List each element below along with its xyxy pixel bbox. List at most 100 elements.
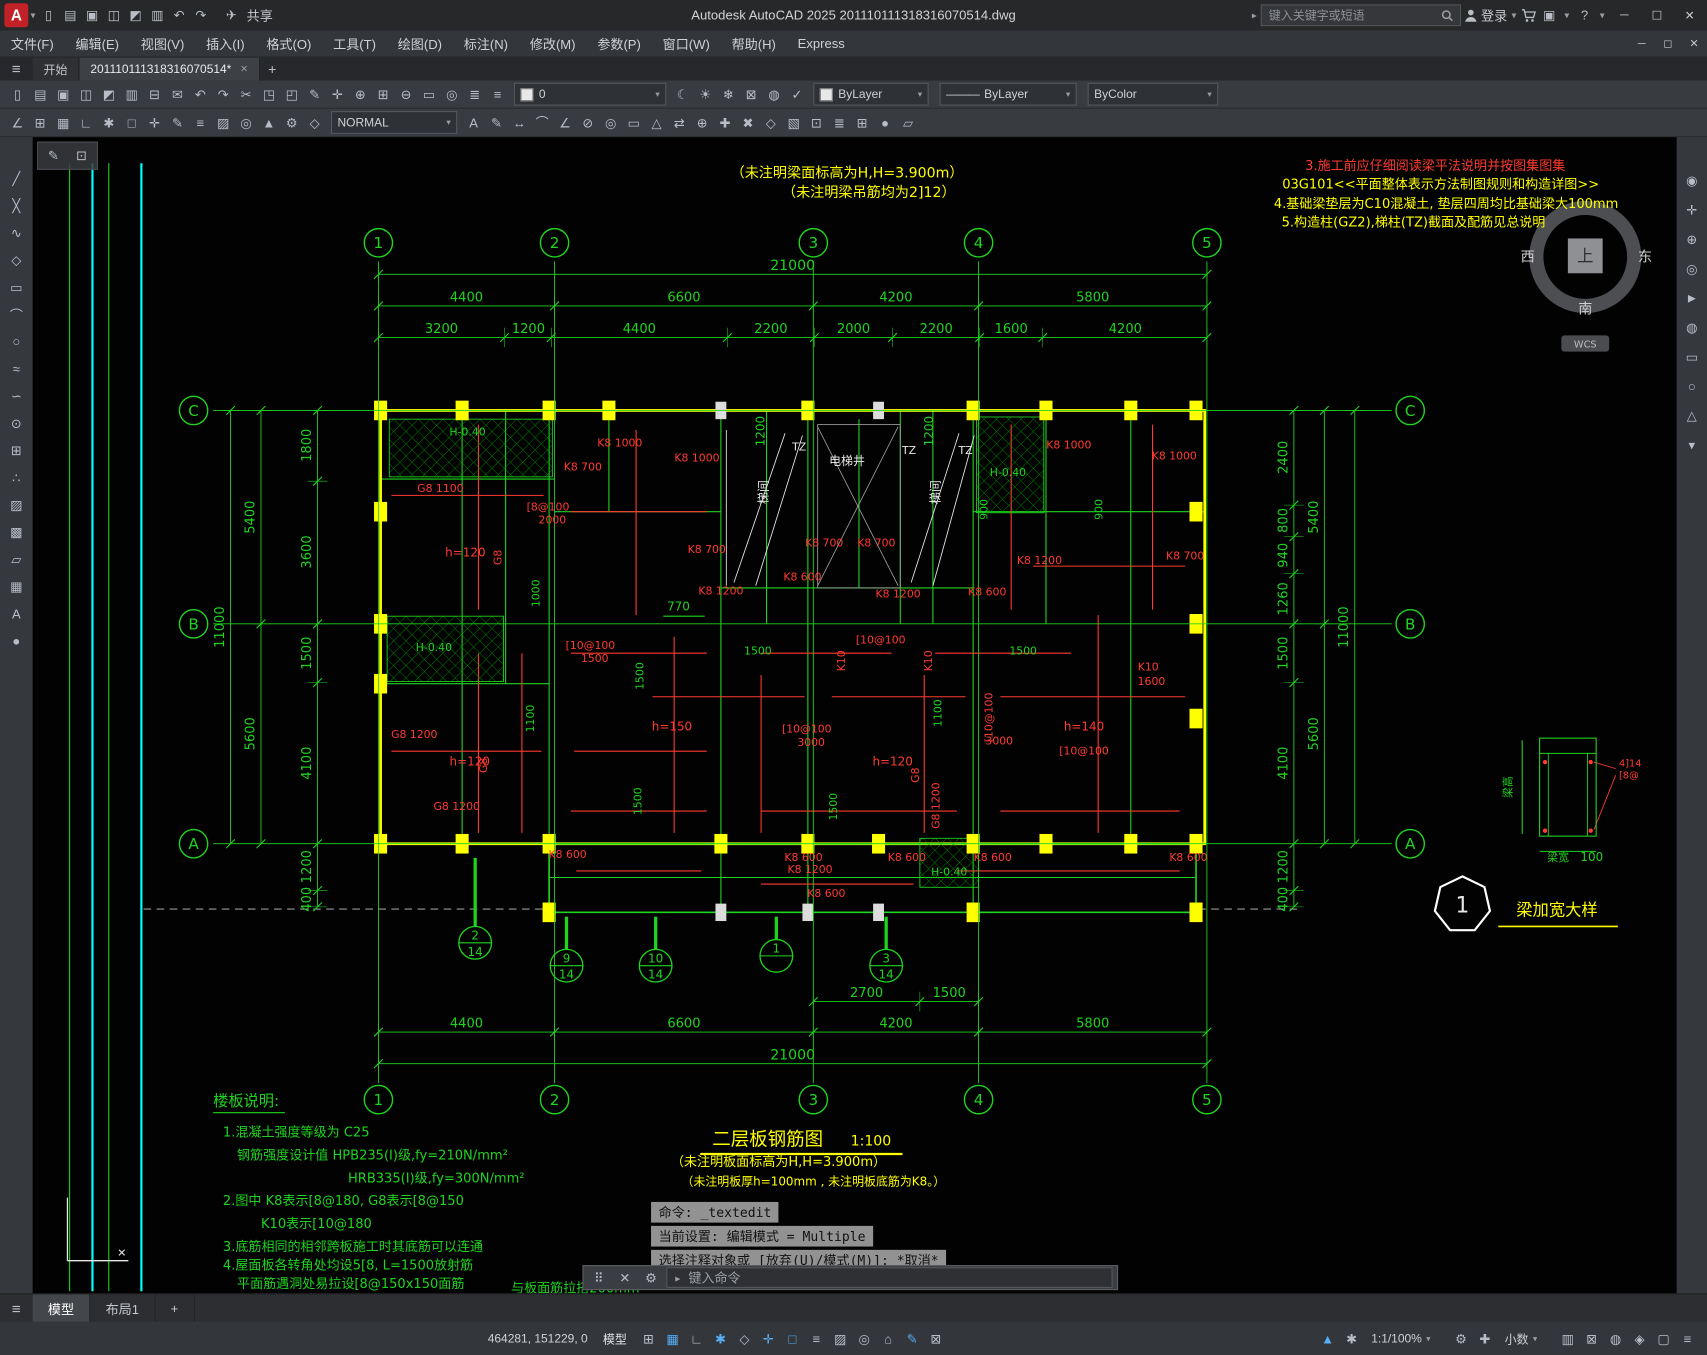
circle-icon[interactable]: ○: [5, 331, 27, 353]
properties-mini-icon[interactable]: ⊡: [71, 145, 93, 167]
layer-combo[interactable]: 0 ▾: [513, 82, 667, 106]
annotation-scale-combo[interactable]: 1:1/100% ▾: [1365, 1328, 1437, 1350]
apps-caret-icon[interactable]: ▾: [1562, 9, 1571, 21]
minimize-button[interactable]: ─: [1609, 2, 1639, 28]
doc-close-button[interactable]: ✕: [1681, 32, 1707, 56]
redo-icon[interactable]: ↷: [212, 83, 234, 105]
zoom-in-icon[interactable]: ⊕: [691, 112, 713, 134]
rectangle-icon[interactable]: ▭: [5, 277, 27, 299]
close-button[interactable]: ✕: [1674, 2, 1704, 28]
dynamic-ucs-icon[interactable]: ⌂: [877, 1328, 899, 1350]
single-text-icon[interactable]: ✎: [486, 112, 508, 134]
polar-toggle-icon[interactable]: ✱: [710, 1328, 732, 1350]
command-input[interactable]: ▸ 键入命令: [666, 1267, 1113, 1288]
search-expand-icon[interactable]: ▸: [1250, 9, 1259, 21]
mtext-icon[interactable]: A: [5, 603, 27, 625]
command-customize-icon[interactable]: ⚙: [640, 1267, 662, 1289]
layer-properties-icon[interactable]: ≣: [464, 83, 486, 105]
point-style-icon[interactable]: ●: [5, 630, 27, 652]
help-caret-icon[interactable]: ▾: [1598, 9, 1607, 21]
table-icon[interactable]: ▭: [623, 112, 645, 134]
menu-item[interactable]: 视图(V): [130, 30, 195, 56]
dynamic-input-icon[interactable]: ✎: [167, 112, 189, 134]
zoom-nav-icon[interactable]: ⊕: [1681, 229, 1703, 251]
block-icon[interactable]: ⊞: [851, 112, 873, 134]
wipeout-icon[interactable]: △: [646, 112, 668, 134]
dim-angle-icon[interactable]: ∠: [554, 112, 576, 134]
point-icon[interactable]: ∴: [5, 467, 27, 489]
wheel-menu-icon[interactable]: ◍: [1681, 317, 1703, 339]
tab-overview-icon[interactable]: ≡: [0, 57, 33, 81]
new-file-icon[interactable]: ▯: [7, 83, 29, 105]
lock-ui-icon[interactable]: ⊠: [925, 1328, 947, 1350]
quick-properties-icon[interactable]: ▥: [1557, 1328, 1579, 1350]
menu-item[interactable]: 插入(I): [195, 30, 255, 56]
layer-lock-icon[interactable]: ⊠: [740, 83, 762, 105]
xline-icon[interactable]: ╳: [5, 195, 27, 217]
selection-cycling-icon[interactable]: ◎: [853, 1328, 875, 1350]
swap-icon[interactable]: ⇄: [668, 112, 690, 134]
pan-icon[interactable]: ✛: [327, 83, 349, 105]
grid-toggle-icon[interactable]: ▦: [662, 1328, 684, 1350]
workspace-gear-icon[interactable]: ⚙: [1450, 1328, 1472, 1350]
table-icon[interactable]: ▦: [5, 576, 27, 598]
view-back-icon[interactable]: ▭: [1681, 346, 1703, 368]
units-icon[interactable]: ◇: [304, 112, 326, 134]
menu-item[interactable]: 编辑(E): [65, 30, 130, 56]
menu-item[interactable]: 工具(T): [322, 30, 387, 56]
command-grip-icon[interactable]: ⠿: [588, 1267, 610, 1289]
cart-icon[interactable]: [1521, 8, 1536, 22]
dim-diameter-icon[interactable]: ⊘: [577, 112, 599, 134]
plot-icon[interactable]: ◩: [98, 83, 120, 105]
steering-icon[interactable]: ○: [1681, 376, 1703, 398]
line-icon[interactable]: ╱: [5, 168, 27, 190]
tab-model[interactable]: 模型: [32, 1294, 91, 1323]
dynamic-input-icon[interactable]: ✎: [901, 1328, 923, 1350]
layer-current-icon[interactable]: ✓: [786, 83, 808, 105]
doc-minimize-button[interactable]: ─: [1629, 32, 1655, 56]
mtext-icon[interactable]: A: [463, 112, 485, 134]
text-style-combo[interactable]: NORMAL ▾: [330, 111, 458, 134]
pan-hand-icon[interactable]: ✛: [1681, 199, 1703, 221]
zoom-window-icon[interactable]: ⊞: [372, 83, 394, 105]
app-menu-caret-icon[interactable]: ▾: [28, 9, 37, 21]
gradient-icon[interactable]: ▩: [5, 521, 27, 543]
workspace-icon[interactable]: ⚙: [281, 112, 303, 134]
infer-constraints-icon[interactable]: ∠: [7, 112, 29, 134]
layer-isolate-icon[interactable]: ◍: [763, 83, 785, 105]
doc-restore-button[interactable]: ◻: [1655, 32, 1681, 56]
dim-arc-icon[interactable]: ⌒: [531, 112, 553, 134]
match-properties-icon[interactable]: ✎: [304, 83, 326, 105]
showmotion-icon[interactable]: ►: [1681, 287, 1703, 309]
osnap-toggle-icon[interactable]: □: [781, 1328, 803, 1350]
point-style-icon[interactable]: ◇: [760, 112, 782, 134]
named-views-icon[interactable]: ▭: [418, 83, 440, 105]
publish-icon[interactable]: ⊟: [144, 83, 166, 105]
selection-cycling-icon[interactable]: ◎: [235, 112, 257, 134]
linetype-combo[interactable]: ——— ByLayer ▾: [939, 82, 1077, 106]
transparency-toggle-icon[interactable]: ▨: [829, 1328, 851, 1350]
hatch-icon[interactable]: ▧: [783, 112, 805, 134]
signin-label[interactable]: 登录: [1481, 6, 1507, 25]
share-button[interactable]: ✈ 共享: [220, 4, 273, 26]
menu-item[interactable]: 修改(M): [519, 30, 586, 56]
menu-item[interactable]: 格式(O): [255, 30, 322, 56]
open-file-icon[interactable]: ▤: [59, 4, 81, 26]
orbit-icon[interactable]: ◎: [441, 83, 463, 105]
measure-icon[interactable]: ≣: [829, 112, 851, 134]
units-combo[interactable]: 小数 ▾: [1498, 1328, 1544, 1350]
orbit-nav-icon[interactable]: ◎: [1681, 258, 1703, 280]
new-file-icon[interactable]: ▯: [38, 4, 60, 26]
fullnav-wheel-icon[interactable]: ◉: [1681, 170, 1703, 192]
snap-toggle-icon[interactable]: ⊞: [638, 1328, 660, 1350]
plot-icon[interactable]: ◩: [125, 4, 147, 26]
graphics-performance-icon[interactable]: ◈: [1629, 1328, 1651, 1350]
etransmit-icon[interactable]: ✉: [167, 83, 189, 105]
command-close-icon[interactable]: ✕: [614, 1267, 636, 1289]
close-tab-icon[interactable]: ✕: [240, 63, 248, 75]
polar-tracking-icon[interactable]: ✱: [98, 112, 120, 134]
menu-item[interactable]: Express: [787, 30, 856, 56]
menu-item[interactable]: 标注(N): [453, 30, 519, 56]
plot-preview-icon[interactable]: ▥: [146, 4, 168, 26]
help-search-input[interactable]: 键入关键字或短语: [1261, 4, 1462, 27]
